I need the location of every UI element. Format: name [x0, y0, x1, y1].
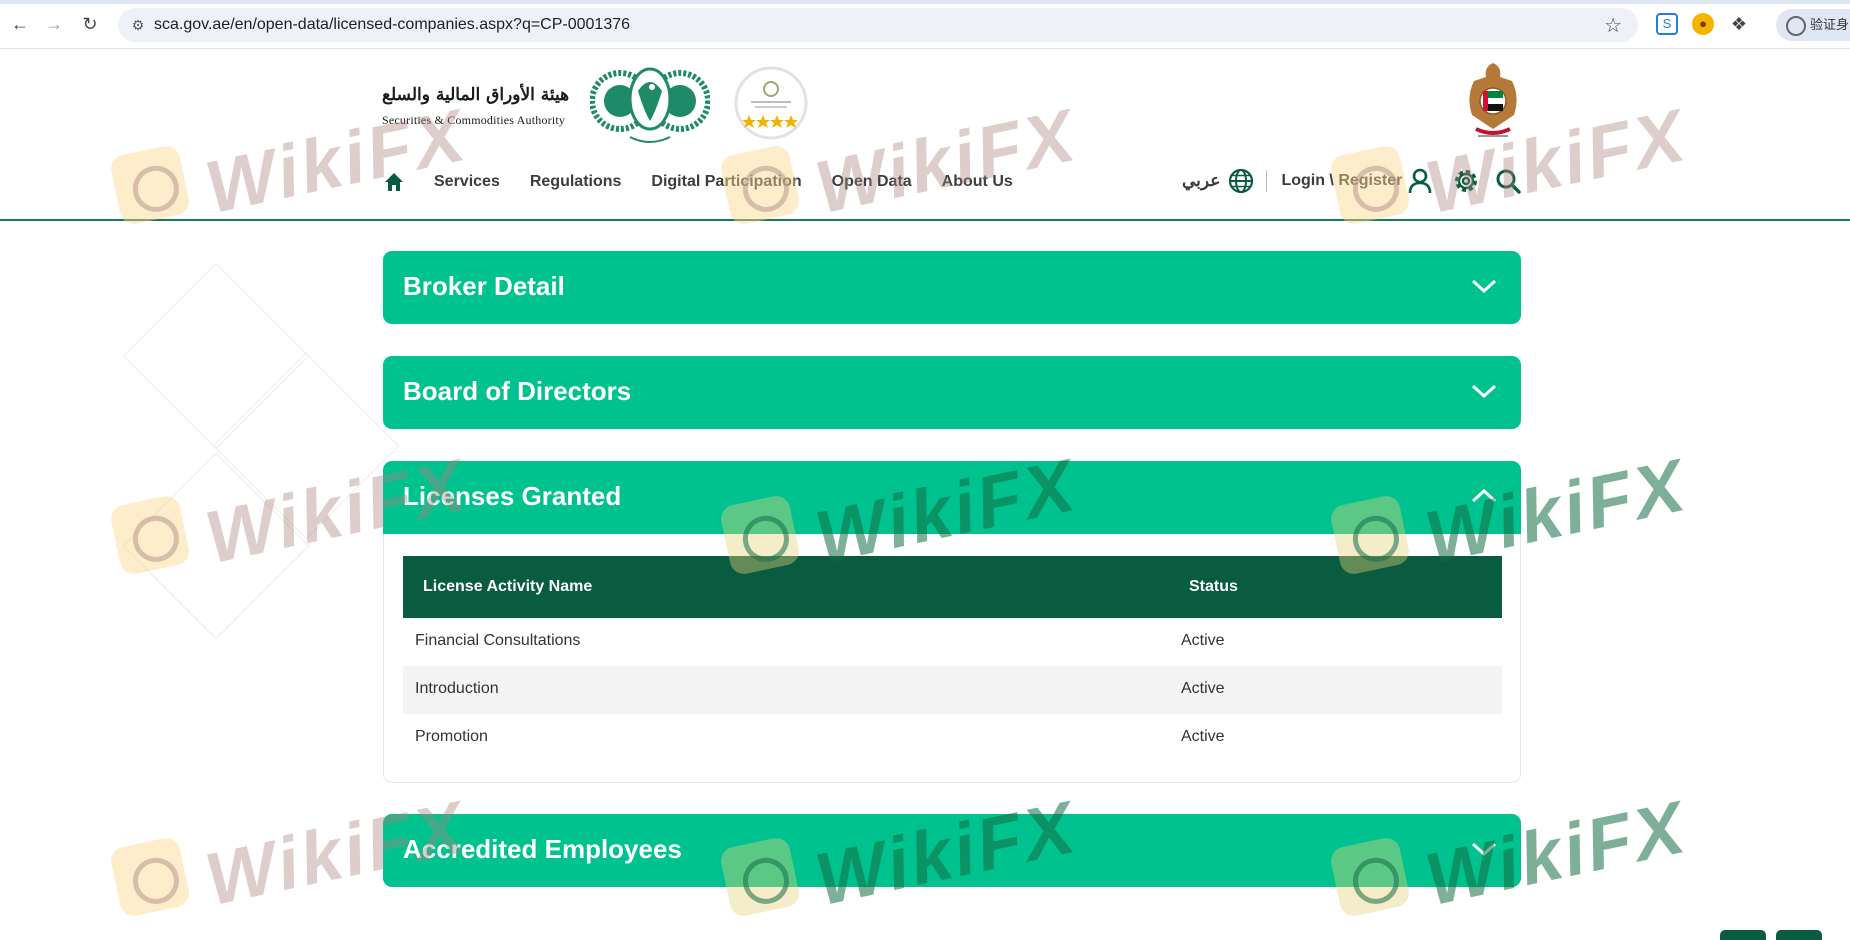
table-row: Promotion Active: [403, 714, 1502, 762]
uae-emblem-icon: [1469, 63, 1517, 137]
screenshot-extension-icon[interactable]: S: [1656, 13, 1678, 35]
home-icon[interactable]: [382, 170, 406, 194]
site-info-icon[interactable]: ⚙: [128, 15, 148, 35]
header-tools: عربي Login \ Register: [1182, 164, 1522, 198]
browser-toolbar: ← → ↻ ⚙ sca.gov.ae/en/open-data/licensed…: [0, 0, 1850, 49]
site-header: هيئة الأوراق المالية والسلع Securities &…: [0, 49, 1850, 221]
tools-divider: [1266, 170, 1268, 192]
profile-chip[interactable]: 验证身: [1776, 9, 1850, 41]
tab-strip-edge: [0, 0, 1850, 4]
table-row: Financial Consultations Active: [403, 618, 1502, 666]
sca-emblem-icon: [590, 67, 710, 143]
nav-regulations[interactable]: Regulations: [530, 173, 622, 191]
chevron-down-icon: [1471, 279, 1497, 294]
accordion-licenses-granted[interactable]: Licenses Granted: [383, 461, 1521, 534]
licenses-granted-panel: License Activity Name Status Financial C…: [383, 534, 1521, 783]
accordion-title: Broker Detail: [403, 271, 565, 301]
nav-about-us[interactable]: About Us: [942, 173, 1013, 191]
chevron-down-icon: [1471, 384, 1497, 399]
nav-open-data[interactable]: Open Data: [832, 173, 912, 191]
licenses-table: License Activity Name Status Financial C…: [403, 556, 1502, 762]
accordion-title: Board of Directors: [403, 376, 632, 406]
five-star-award-icon: [734, 66, 808, 140]
wikifx-logo-icon: [108, 835, 192, 919]
column-header-status: Status: [1189, 578, 1238, 595]
search-icon[interactable]: [1494, 167, 1522, 195]
accordion-broker-detail[interactable]: Broker Detail: [383, 251, 1521, 324]
sca-logo[interactable]: هيئة الأوراق المالية والسلع Securities &…: [380, 61, 710, 147]
status-cell: Active: [1181, 728, 1225, 745]
status-cell: Active: [1181, 632, 1225, 649]
accordion-title: Accredited Employees: [403, 834, 682, 864]
settings-gear-icon[interactable]: [1452, 167, 1480, 195]
table-row: Introduction Active: [403, 666, 1502, 714]
floating-button[interactable]: [1776, 930, 1822, 940]
accordion-title: Licenses Granted: [403, 481, 622, 511]
language-switch[interactable]: عربي: [1182, 171, 1220, 191]
column-header-activity: License Activity Name: [423, 578, 593, 595]
reload-icon[interactable]: ↻: [78, 12, 102, 36]
logo-english-text: Securities & Commodities Authority: [382, 113, 566, 127]
globe-icon[interactable]: [1228, 168, 1254, 194]
back-icon[interactable]: ←: [8, 12, 32, 36]
activity-name-cell: Introduction: [415, 680, 499, 697]
main-navigation: Services Regulations Digital Participati…: [382, 167, 1043, 197]
activity-name-cell: Financial Consultations: [415, 632, 581, 649]
profile-icon: [1786, 15, 1806, 36]
floating-button[interactable]: [1720, 930, 1766, 940]
extensions-puzzle-icon[interactable]: ❖: [1728, 13, 1750, 35]
login-register-link[interactable]: Login \ Register: [1281, 172, 1402, 190]
table-header: License Activity Name Status: [403, 556, 1502, 618]
accordion-accredited-employees[interactable]: Accredited Employees: [383, 814, 1521, 887]
user-icon[interactable]: [1406, 167, 1434, 195]
chevron-up-icon: [1471, 488, 1497, 503]
profile-label: 验证身: [1810, 17, 1850, 32]
address-bar[interactable]: ⚙ sca.gov.ae/en/open-data/licensed-compa…: [118, 8, 1638, 42]
nav-digital-participation[interactable]: Digital Participation: [651, 173, 801, 191]
status-cell: Active: [1181, 680, 1225, 697]
forward-icon[interactable]: →: [42, 12, 66, 36]
activity-name-cell: Promotion: [415, 728, 488, 745]
url-text[interactable]: sca.gov.ae/en/open-data/licensed-compani…: [154, 16, 630, 34]
chevron-down-icon: [1471, 842, 1497, 857]
bookmark-star-icon[interactable]: ☆: [1604, 13, 1622, 38]
logo-arabic-text: هيئة الأوراق المالية والسلع: [382, 85, 570, 105]
accordion-board-of-directors[interactable]: Board of Directors: [383, 356, 1521, 429]
nav-services[interactable]: Services: [434, 173, 500, 191]
extension-icon[interactable]: ●: [1692, 13, 1714, 35]
